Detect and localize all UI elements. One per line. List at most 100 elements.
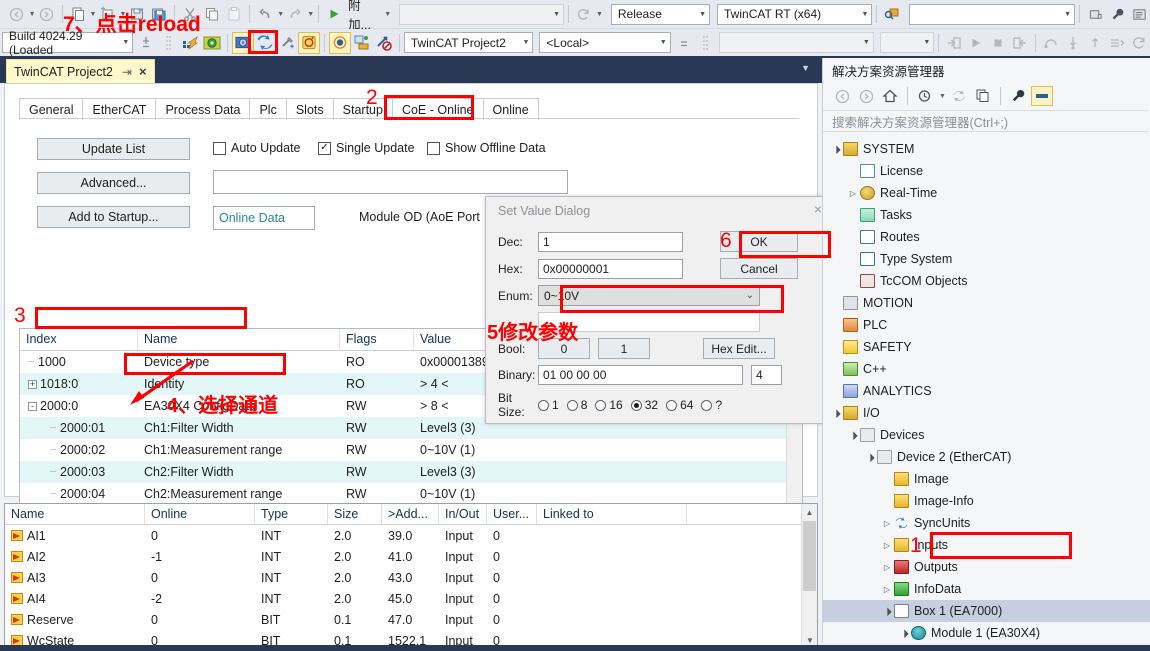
tab-online[interactable]: Online <box>482 98 539 120</box>
scroll-up-icon[interactable]: ▲ <box>802 504 817 520</box>
bot-col-size[interactable]: Size <box>328 504 382 524</box>
sidebar-item-outputs[interactable]: ▷ Outputs <box>823 556 1150 578</box>
show-offline-data-checkbox[interactable]: Show Offline Data <box>427 141 546 155</box>
choose-target-system-icon[interactable] <box>351 32 373 54</box>
sidebar-item-image-info[interactable]: Image-Info <box>823 490 1150 512</box>
twisty-collapsed-icon[interactable]: ▷ <box>880 585 894 594</box>
disable-icon[interactable] <box>373 32 395 54</box>
table-row[interactable]: Reserve 0 BIT 0.1 47.0 Input 0 <box>5 609 817 630</box>
bit-size-radio-1[interactable]: 1 <box>538 398 559 412</box>
single-update-checkbox[interactable]: ✓ Single Update <box>318 141 415 155</box>
bot-col-type[interactable]: Type <box>255 504 328 524</box>
bot-col-name[interactable]: Name <box>5 504 145 524</box>
chevron-down-icon[interactable]: ▼ <box>801 63 810 73</box>
tab-coe-online[interactable]: CoE - Online <box>391 98 484 120</box>
refresh-icon[interactable] <box>948 86 970 106</box>
auto-update-checkbox[interactable]: Auto Update <box>213 141 301 155</box>
close-icon[interactable]: × <box>139 64 147 79</box>
twisty-expanded-icon[interactable]: ◢ <box>828 141 844 157</box>
scroll-thumb[interactable] <box>803 521 816 591</box>
twisty-expanded-icon[interactable]: ◢ <box>879 603 895 619</box>
paste-icon[interactable] <box>223 3 245 25</box>
expand-icon[interactable]: + <box>28 379 37 389</box>
back-icon[interactable] <box>6 3 28 25</box>
sidebar-item-routes[interactable]: Routes <box>823 226 1150 248</box>
sidebar-item-safety[interactable]: SAFETY <box>823 336 1150 358</box>
sidebar-item-analytics[interactable]: ANALYTICS <box>823 380 1150 402</box>
refresh-caret[interactable]: ▼ <box>596 11 603 18</box>
sidebar-item-real-time[interactable]: ▷ Real-Time <box>823 182 1150 204</box>
toolbar-overflow-icon-2[interactable] <box>673 32 695 54</box>
start-plc-icon[interactable] <box>965 32 987 54</box>
pending-changes-icon[interactable] <box>914 86 936 106</box>
step-over-icon[interactable] <box>1040 32 1062 54</box>
properties-wrench-icon[interactable] <box>1007 86 1029 106</box>
update-list-button[interactable]: Update List <box>37 138 190 160</box>
table-row[interactable]: AI2 -1 INT 2.0 41.0 Input 0 <box>5 546 817 567</box>
stop-plc-icon[interactable] <box>987 32 1009 54</box>
tab-startup[interactable]: Startup <box>332 98 393 120</box>
undo-icon[interactable] <box>254 3 276 25</box>
logout-icon[interactable] <box>1009 32 1031 54</box>
chevron-down-icon[interactable]: ▼ <box>939 93 946 100</box>
solution-explorer-search-input[interactable]: 搜索解决方案资源管理器(Ctrl+;) <box>823 110 1148 132</box>
document-tab-twincat-project2[interactable]: TwinCAT Project2 ⇥ × <box>6 59 155 83</box>
back-dropdown-caret[interactable]: ▼ <box>29 11 36 18</box>
tab-process-data[interactable]: Process Data <box>155 98 251 120</box>
properties-wrench-icon[interactable] <box>1106 3 1128 25</box>
restart-icon[interactable] <box>1128 32 1150 54</box>
solution-platform-combo[interactable]: TwinCAT RT (x64) ▼ <box>717 3 873 25</box>
bit-size-radio-8[interactable]: 8 <box>566 398 587 412</box>
back-icon[interactable] <box>831 86 853 106</box>
new-item-icon[interactable] <box>96 3 118 25</box>
reload-devices-icon[interactable] <box>254 32 276 54</box>
twisty-collapsed-icon[interactable]: ▷ <box>880 541 894 550</box>
new-item-caret[interactable]: ▼ <box>119 11 126 18</box>
filter-input[interactable] <box>213 170 568 194</box>
save-all-icon[interactable] <box>148 3 170 25</box>
twisty-expanded-icon[interactable]: ◢ <box>845 427 861 443</box>
tab-general[interactable]: General <box>19 98 84 120</box>
step-out-icon[interactable] <box>1084 32 1106 54</box>
build-version-combo[interactable]: Build 4024.29 (Loaded ▼ <box>2 29 134 57</box>
sidebar-item-type-system[interactable]: Type System <box>823 248 1150 270</box>
show-next-statement-icon[interactable] <box>1106 32 1128 54</box>
bit-size-radio-?[interactable]: ? <box>701 398 722 412</box>
new-window-icon[interactable] <box>67 3 89 25</box>
pin-icon[interactable]: ⇥ <box>122 65 132 79</box>
add-to-startup-button[interactable]: Add to Startup... <box>37 206 190 228</box>
bot-col-addr[interactable]: >Add... <box>382 504 439 524</box>
sidebar-item-device-2-ethercat[interactable]: ◢ Device 2 (EtherCAT) <box>823 446 1150 468</box>
sidebar-item-license[interactable]: License <box>823 160 1150 182</box>
cut-icon[interactable] <box>179 3 201 25</box>
bot-col-linked[interactable]: Linked to <box>537 504 687 524</box>
sidebar-item-box-1-ea7000[interactable]: ◢ Box 1 (EA7000) <box>823 600 1150 622</box>
bottom-grid-scrollbar[interactable]: ▲ ▼ <box>801 504 817 648</box>
process-image-grid[interactable]: Name Online Type Size >Add... In/Out Use… <box>4 503 818 649</box>
step-into-icon[interactable] <box>1062 32 1084 54</box>
plc-secondary-combo[interactable]: ▼ <box>879 32 935 53</box>
search-combo[interactable]: ▼ <box>909 3 1076 25</box>
sidebar-item-tasks[interactable]: Tasks <box>823 204 1150 226</box>
sidebar-item-infodata[interactable]: ▷ InfoData <box>823 578 1150 600</box>
bit-size-radio-16[interactable]: 16 <box>595 398 623 412</box>
coe-col-name[interactable]: Name <box>138 329 340 350</box>
cancel-button[interactable]: Cancel <box>720 258 798 279</box>
sidebar-item-inputs[interactable]: ▷ Inputs <box>823 534 1150 556</box>
redo-icon[interactable] <box>284 3 306 25</box>
bit-size-radio-32[interactable]: 32 <box>630 398 658 412</box>
refresh-icon[interactable] <box>573 3 595 25</box>
bot-col-online[interactable]: Online <box>145 504 255 524</box>
table-row[interactable]: ┈ 2000:02 Ch1:Measurement range RW 0~10V (1) <box>20 439 802 461</box>
table-row[interactable]: ┈ 2000:04 Ch2:Measurement range RW 0~10V (1) <box>20 483 802 505</box>
table-row[interactable]: ┈ 2000:03 Ch2:Filter Width RW Level3 (3) <box>20 461 802 483</box>
undo-caret[interactable]: ▼ <box>277 11 284 18</box>
collapse-icon[interactable]: - <box>28 401 37 411</box>
hex-input[interactable]: 0x00000001 <box>538 258 683 279</box>
sidebar-item-tccom-objects[interactable]: TcCOM Objects <box>823 270 1150 292</box>
restart-twincat-run-icon[interactable] <box>201 32 223 54</box>
sidebar-item-motion[interactable]: MOTION <box>823 292 1150 314</box>
sidebar-item-image[interactable]: Image <box>823 468 1150 490</box>
enum-combo[interactable]: 0~10V ⌄ <box>538 285 760 306</box>
sidebar-item-syncunits[interactable]: ▷ SyncUnits <box>823 512 1150 534</box>
